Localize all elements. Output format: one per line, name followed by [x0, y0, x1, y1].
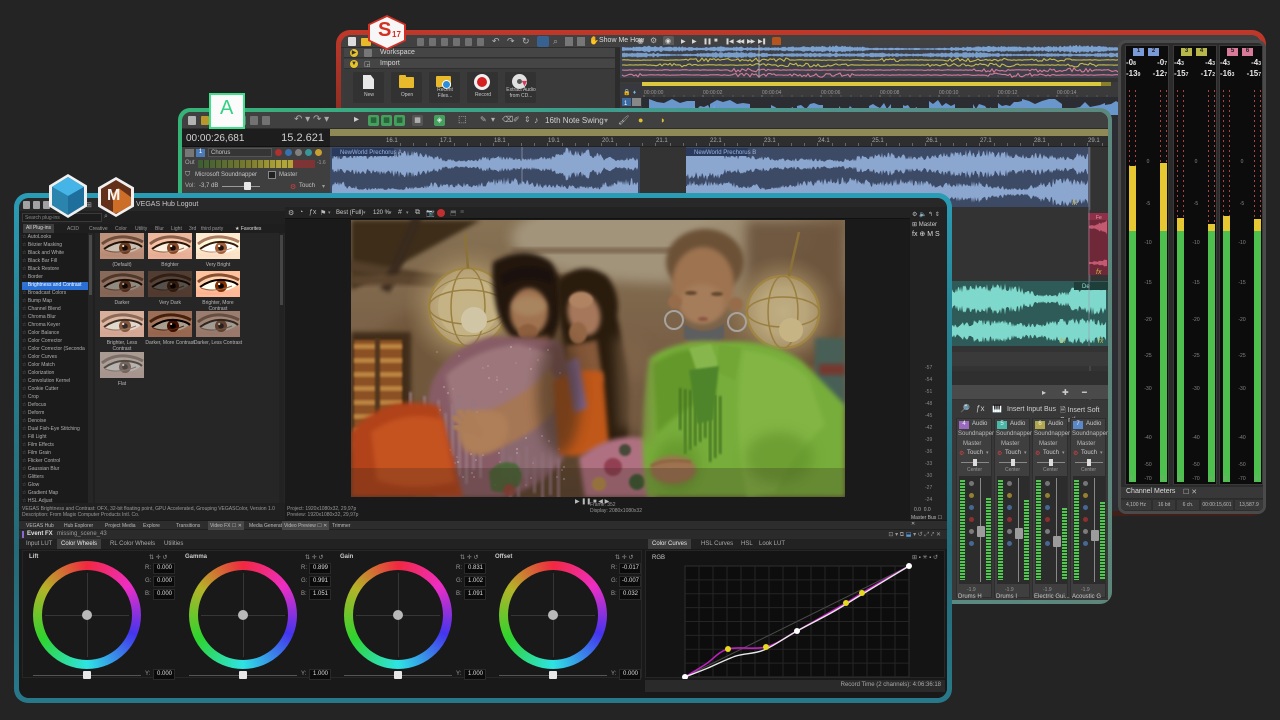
svg-text:fx: fx	[1072, 200, 1078, 207]
svg-text:♦: ♦	[633, 90, 636, 96]
svg-text:fx: fx	[1060, 338, 1066, 345]
svg-text:fx: fx	[1096, 269, 1102, 276]
svg-text:━: ━	[1081, 388, 1087, 397]
svg-text:NewWorld Prechorus A: NewWorld Prechorus A	[340, 150, 402, 156]
svg-text:▸: ▸	[1042, 388, 1046, 397]
svg-text:NewWorld Prechorus B: NewWorld Prechorus B	[694, 150, 756, 156]
svg-text:fx: fx	[1098, 338, 1104, 345]
svg-text:✚: ✚	[1062, 388, 1069, 397]
svg-text:Fe: Fe	[1096, 215, 1102, 221]
svg-text:🔒: 🔒	[623, 88, 630, 96]
